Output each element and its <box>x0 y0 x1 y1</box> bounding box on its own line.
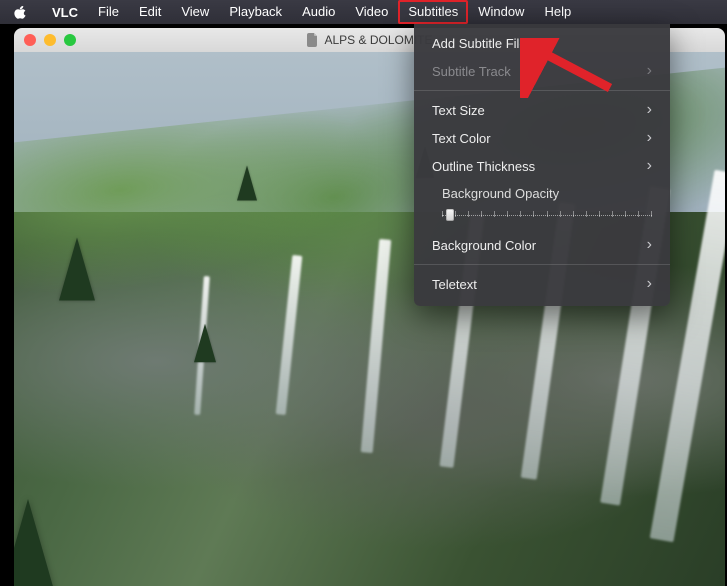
menu-text-size[interactable]: Text Size › <box>414 96 670 124</box>
menu-text-color[interactable]: Text Color › <box>414 124 670 152</box>
menu-file[interactable]: File <box>88 0 129 24</box>
menu-item-label: Teletext <box>432 277 477 292</box>
slider-ticks <box>442 211 652 219</box>
menu-separator <box>414 264 670 265</box>
document-icon <box>306 33 318 47</box>
background-opacity-slider[interactable] <box>442 207 652 221</box>
menu-teletext[interactable]: Teletext › <box>414 270 670 298</box>
menu-subtitles[interactable]: Subtitles <box>398 0 468 24</box>
menu-playback[interactable]: Playback <box>219 0 292 24</box>
menu-outline-thickness[interactable]: Outline Thickness › <box>414 152 670 180</box>
chevron-right-icon: › <box>647 158 652 174</box>
menu-item-label: Text Color <box>432 131 491 146</box>
menu-window[interactable]: Window <box>468 0 534 24</box>
chevron-right-icon: › <box>647 130 652 146</box>
tree-icon <box>59 237 95 300</box>
zoom-button[interactable] <box>64 34 76 46</box>
menu-item-label: Background Color <box>432 238 536 253</box>
chevron-right-icon: › <box>647 237 652 253</box>
menu-add-subtitle-file[interactable]: Add Subtitle File... <box>414 30 670 57</box>
subtitles-dropdown: Add Subtitle File... Subtitle Track › Te… <box>414 24 670 306</box>
tree-icon <box>14 499 60 586</box>
minimize-button[interactable] <box>44 34 56 46</box>
slider-knob[interactable] <box>446 209 454 221</box>
menu-separator <box>414 90 670 91</box>
apple-logo-icon[interactable] <box>14 5 28 19</box>
chevron-right-icon: › <box>647 63 652 79</box>
menu-edit[interactable]: Edit <box>129 0 171 24</box>
menu-item-label: Outline Thickness <box>432 159 535 174</box>
menu-item-label: Text Size <box>432 103 485 118</box>
traffic-lights <box>24 34 76 46</box>
menu-item-label: Subtitle Track <box>432 64 511 79</box>
tree-icon <box>194 324 216 363</box>
menu-audio[interactable]: Audio <box>292 0 345 24</box>
tree-icon <box>237 166 257 201</box>
app-name[interactable]: VLC <box>42 5 88 20</box>
menu-video[interactable]: Video <box>345 0 398 24</box>
menu-help[interactable]: Help <box>534 0 581 24</box>
menu-background-opacity: Background Opacity <box>414 180 670 231</box>
slider-label: Background Opacity <box>442 186 652 201</box>
chevron-right-icon: › <box>647 276 652 292</box>
macos-menubar: VLC File Edit View Playback Audio Video … <box>0 0 727 24</box>
close-button[interactable] <box>24 34 36 46</box>
chevron-right-icon: › <box>647 102 652 118</box>
menu-subtitle-track[interactable]: Subtitle Track › <box>414 57 670 85</box>
menu-item-label: Add Subtitle File... <box>432 36 538 51</box>
menu-background-color[interactable]: Background Color › <box>414 231 670 259</box>
menu-view[interactable]: View <box>171 0 219 24</box>
